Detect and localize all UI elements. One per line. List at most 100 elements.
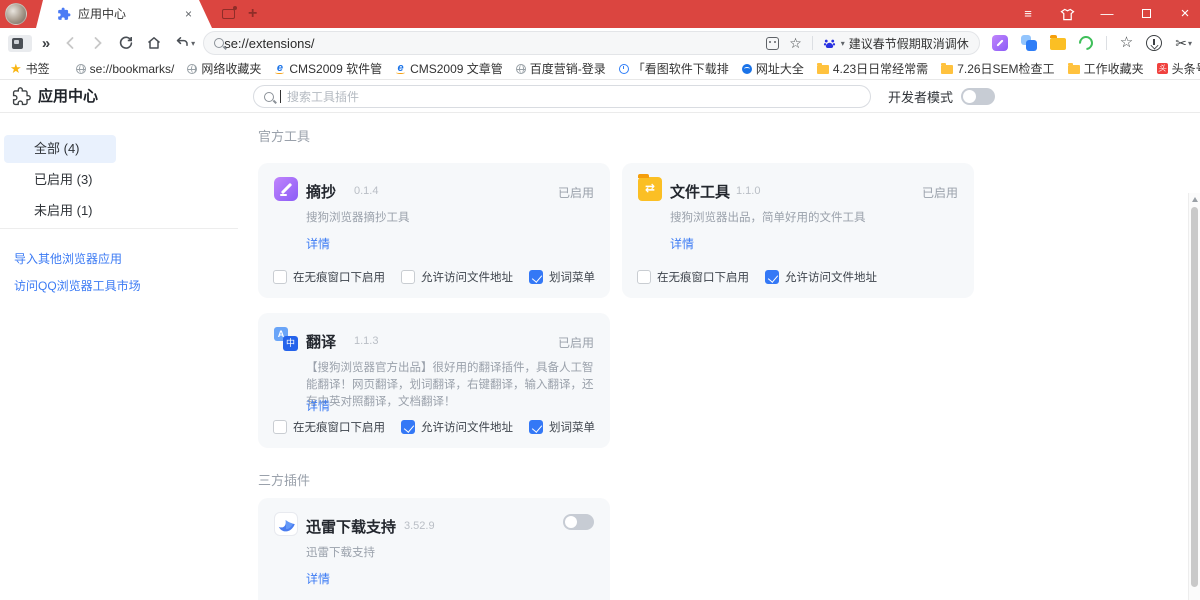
search-icon	[214, 38, 224, 48]
sidebar-expand-icon[interactable]: »	[42, 35, 48, 52]
bookmark-item[interactable]: 7.26日SEM检查工	[941, 60, 1054, 77]
sidebar: 全部 (4) 已启用 (3) 未启用 (1)	[4, 135, 240, 228]
extension-card-translate: A 中 翻译 1.1.3 已启用 【搜狗浏览器官方出品】很好用的翻译插件，具备人…	[258, 313, 610, 448]
bookmark-item[interactable]: eCMS2009 文章管	[395, 60, 503, 77]
close-icon[interactable]: ×	[1178, 0, 1192, 28]
tab-close-icon[interactable]: ×	[185, 7, 192, 21]
tab-title: 应用中心	[78, 0, 126, 28]
extension-green-icon[interactable]	[1076, 33, 1096, 53]
minimize-icon[interactable]: —	[1100, 0, 1114, 28]
scroll-up-icon[interactable]	[1192, 197, 1198, 202]
import-apps-link[interactable]: 导入其他浏览器应用	[14, 250, 141, 267]
filter-enabled[interactable]: 已启用 (3)	[4, 166, 116, 194]
enable-toggle[interactable]	[563, 514, 594, 530]
add-favorite-icon[interactable]: ☆	[789, 36, 802, 50]
bookmark-label: 工作收藏夹	[1084, 60, 1144, 77]
bookmark-item[interactable]: 百度营销-登录	[516, 60, 606, 77]
checkbox-checked[interactable]	[401, 420, 415, 434]
option-file-access[interactable]: 允许访问文件地址	[401, 269, 513, 285]
favorites-icon[interactable]: ☆	[1120, 36, 1133, 50]
address-bar[interactable]: ☆ ▾ 建议春节假期取消调休	[203, 31, 980, 55]
bookmark-item[interactable]: e CMS2009 软件管	[274, 60, 382, 77]
option-file-access[interactable]: 允许访问文件地址	[401, 419, 513, 435]
home-icon[interactable]	[146, 35, 162, 51]
bookmark-item[interactable]: 网络收藏夹	[187, 60, 261, 77]
option-file-access[interactable]: 允许访问文件地址	[765, 269, 877, 285]
option-incognito[interactable]: 在无痕窗口下启用	[273, 269, 385, 285]
bookmark-item[interactable]: 工作收藏夹	[1068, 60, 1144, 77]
capture-tools-button[interactable]: ✂ ▾	[1175, 35, 1192, 51]
extension-notes-icon[interactable]	[992, 35, 1008, 51]
tab-media-icon[interactable]	[222, 9, 235, 19]
back-icon[interactable]	[62, 35, 78, 51]
developer-mode-toggle[interactable]	[961, 88, 995, 105]
checkbox-unchecked[interactable]	[637, 270, 651, 284]
folder-icon	[941, 65, 953, 74]
checkbox-checked[interactable]	[529, 420, 543, 434]
url-input[interactable]	[224, 36, 766, 51]
extension-description: 搜狗浏览器出品，简单好用的文件工具	[670, 210, 962, 227]
option-incognito[interactable]: 在无痕窗口下启用	[273, 419, 385, 435]
extension-filetools-icon[interactable]	[1050, 38, 1066, 50]
checkbox-unchecked[interactable]	[273, 420, 287, 434]
qq-market-link[interactable]: 访问QQ浏览器工具市场	[14, 277, 141, 294]
downloads-icon[interactable]	[1146, 35, 1162, 51]
section-title-official: 官方工具	[258, 126, 310, 145]
forward-icon[interactable]	[90, 35, 106, 51]
detail-link[interactable]: 详情	[306, 570, 330, 587]
detail-link[interactable]: 详情	[306, 235, 330, 252]
checkbox-unchecked[interactable]	[273, 270, 287, 284]
bookmark-item[interactable]: 「看图软件下载排	[619, 60, 729, 77]
extension-name: 翻译	[306, 331, 336, 352]
scrollbar[interactable]	[1188, 193, 1200, 600]
option-word-menu[interactable]: 划词菜单	[529, 419, 595, 435]
bookmark-label: 头条号	[1172, 60, 1200, 77]
theme-skin-icon[interactable]	[1060, 8, 1075, 21]
bookmarks-root[interactable]: ★ 书签	[10, 60, 50, 77]
mini-window-button[interactable]	[8, 35, 32, 52]
maximize-icon[interactable]	[1139, 0, 1153, 28]
filter-disabled[interactable]: 未启用 (1)	[4, 197, 116, 225]
scissors-icon: ✂	[1175, 35, 1187, 51]
detail-link[interactable]: 详情	[306, 397, 330, 414]
checkbox-checked[interactable]	[765, 270, 779, 284]
navigation-toolbar: » ▾ ☆ ▾ 建议春节假期取消调休 ☆ ✂ ▾	[0, 28, 1200, 58]
extension-name: 摘抄	[306, 181, 336, 202]
extension-name: 文件工具	[670, 181, 730, 202]
bookmark-item[interactable]: 网址大全	[742, 60, 804, 77]
bookmark-label: 7.26日SEM检查工	[957, 60, 1054, 77]
scrollbar-thumb[interactable]	[1191, 207, 1198, 587]
folder-icon	[817, 65, 829, 74]
filter-all[interactable]: 全部 (4)	[4, 135, 116, 163]
search-input[interactable]	[287, 90, 860, 104]
bookmark-item[interactable]: 4.23日日常经常需	[817, 60, 928, 77]
detail-link[interactable]: 详情	[670, 235, 694, 252]
search-box[interactable]	[253, 85, 871, 108]
checkbox-checked[interactable]	[529, 270, 543, 284]
reload-icon[interactable]	[118, 35, 134, 51]
extension-translate-icon[interactable]	[1021, 35, 1037, 51]
globe-icon	[516, 64, 526, 74]
bookmark-item[interactable]: 头头条号	[1157, 60, 1200, 77]
hot-search-widget[interactable]: ▾ 建议春节假期取消调休	[823, 35, 969, 52]
option-word-menu[interactable]: 划词菜单	[529, 269, 595, 285]
status-badge: 已启用	[922, 184, 958, 201]
bookmark-label: CMS2009 软件管	[289, 60, 382, 77]
extension-version: 1.1.0	[736, 185, 760, 197]
puzzle-outline-icon	[12, 87, 31, 106]
ie-icon: e	[274, 63, 285, 74]
browser-tab[interactable]: 应用中心 ×	[36, 0, 212, 28]
option-incognito[interactable]: 在无痕窗口下启用	[637, 269, 749, 285]
bookmark-item[interactable]: se://bookmarks/	[76, 62, 175, 76]
extension-name: 迅雷下载支持	[306, 516, 396, 537]
new-tab-button[interactable]: +	[248, 0, 257, 28]
extension-card-filetools: ⇄ 文件工具 1.1.0 已启用 搜狗浏览器出品，简单好用的文件工具 详情 在无…	[622, 163, 974, 298]
puzzle-icon	[57, 7, 71, 21]
undo-close-tab-button[interactable]: ▾	[174, 35, 195, 51]
user-avatar[interactable]	[5, 3, 27, 25]
extensions-list: 官方工具 摘抄 0.1.4 已启用 搜狗浏览器摘抄工具 详情 在无痕窗口下启用 …	[258, 113, 998, 600]
checkbox-unchecked[interactable]	[401, 270, 415, 284]
reader-mode-icon[interactable]	[766, 37, 779, 50]
menu-icon[interactable]: ≡	[1021, 0, 1035, 28]
chevron-down-icon: ▾	[191, 39, 195, 48]
